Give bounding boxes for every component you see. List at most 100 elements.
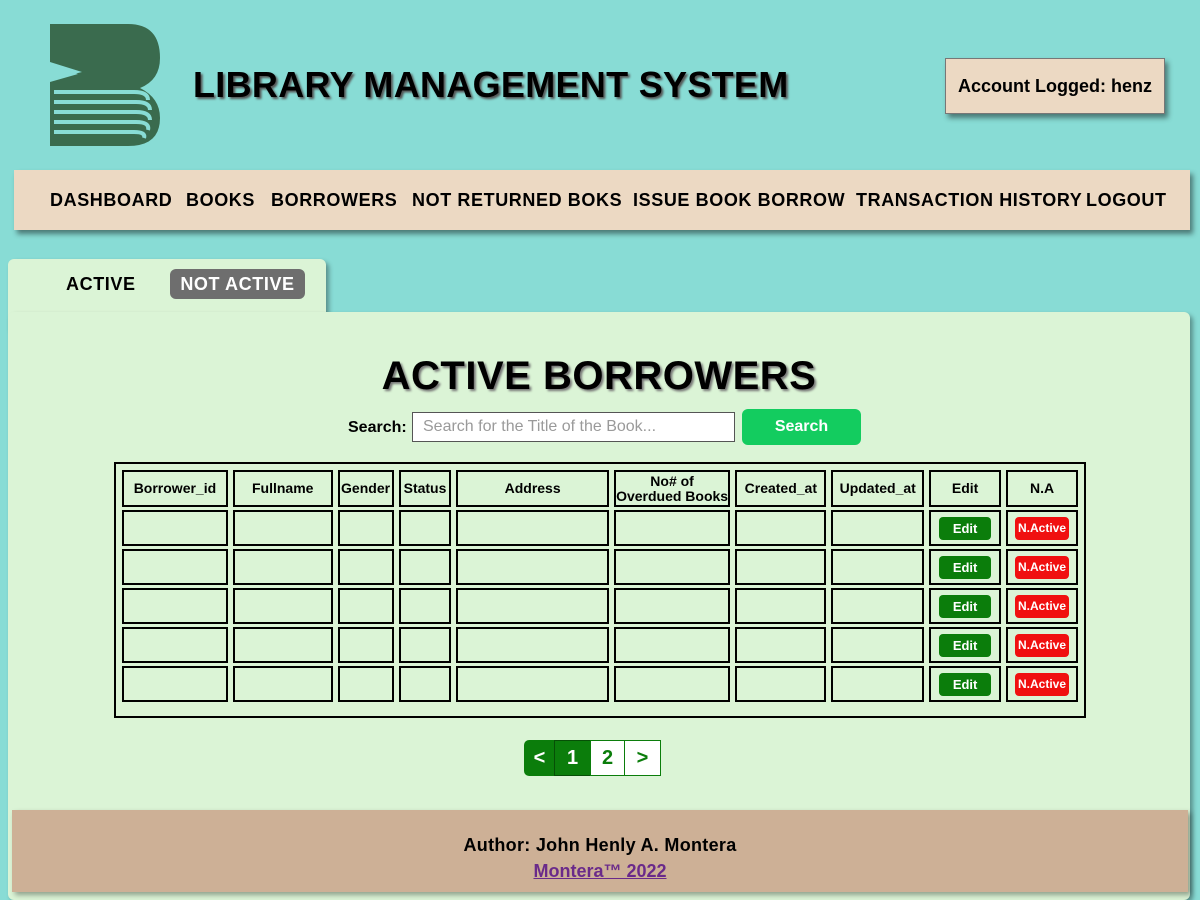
cell	[232, 627, 333, 663]
cell	[456, 510, 609, 546]
search-button[interactable]: Search	[742, 409, 861, 445]
book-b-logo-icon	[50, 24, 160, 146]
table-row: Edit N.Active	[122, 510, 1078, 546]
nav-not-returned-books[interactable]: NOT RETURNED BOKS	[412, 190, 622, 211]
table-header-row: Borrower_id Fullname Gender Status Addre…	[122, 470, 1078, 507]
page-2-button[interactable]: 2	[590, 740, 625, 776]
edit-cell: Edit	[929, 666, 1002, 702]
table-row: Edit N.Active	[122, 666, 1078, 702]
cell	[613, 510, 731, 546]
col-status: Status	[398, 470, 452, 507]
cell	[831, 510, 925, 546]
footer-author: Author: John Henly A. Montera	[463, 835, 737, 855]
not-active-button[interactable]: N.Active	[1015, 555, 1070, 579]
nav-borrowers[interactable]: BORROWERS	[271, 190, 397, 211]
cell	[613, 588, 731, 624]
table-row: Edit N.Active	[122, 549, 1078, 585]
col-overdued-books: No# of Overdued Books	[613, 470, 731, 507]
page-title: ACTIVE BORROWERS	[381, 354, 817, 398]
tab-active[interactable]: ACTIVE	[66, 274, 136, 295]
edit-cell: Edit	[929, 549, 1002, 585]
col-na: N.A	[1006, 470, 1078, 507]
cell	[398, 666, 452, 702]
nav-transaction-history[interactable]: TRANSACTION HISTORY	[856, 190, 1082, 211]
edit-button[interactable]: Edit	[939, 594, 992, 618]
na-cell: N.Active	[1006, 588, 1078, 624]
table-row: Edit N.Active	[122, 627, 1078, 663]
cell	[831, 666, 925, 702]
edit-button[interactable]: Edit	[939, 516, 992, 540]
cell	[337, 549, 394, 585]
cell	[735, 666, 827, 702]
cell	[337, 666, 394, 702]
cell	[232, 510, 333, 546]
page-1-button[interactable]: 1	[554, 740, 591, 776]
not-active-button[interactable]: N.Active	[1015, 672, 1070, 696]
cell	[398, 549, 452, 585]
cell	[613, 627, 731, 663]
footer: Author: John Henly A. Montera Montera™ 2…	[12, 810, 1188, 892]
nav-books[interactable]: BOOKS	[186, 190, 255, 211]
cell	[735, 510, 827, 546]
col-borrower-id: Borrower_id	[122, 470, 228, 507]
cell	[122, 588, 228, 624]
cell	[122, 666, 228, 702]
edit-cell: Edit	[929, 627, 1002, 663]
nav-logout[interactable]: LOGOUT	[1086, 190, 1167, 211]
tab-not-active[interactable]: NOT ACTIVE	[170, 269, 305, 299]
search-label: Search:	[348, 419, 407, 436]
not-active-button[interactable]: N.Active	[1015, 516, 1070, 540]
cell	[735, 627, 827, 663]
table-row: Edit N.Active	[122, 588, 1078, 624]
cell	[456, 666, 609, 702]
cell	[232, 549, 333, 585]
not-active-button[interactable]: N.Active	[1015, 633, 1070, 657]
na-cell: N.Active	[1006, 627, 1078, 663]
edit-button[interactable]: Edit	[939, 633, 992, 657]
cell	[613, 549, 731, 585]
cell	[831, 627, 925, 663]
na-cell: N.Active	[1006, 666, 1078, 702]
main-nav: DASHBOARD BOOKS BORROWERS NOT RETURNED B…	[14, 170, 1190, 230]
account-badge: Account Logged: henz	[945, 58, 1165, 114]
edit-button[interactable]: Edit	[939, 555, 992, 579]
footer-copyright-link[interactable]: Montera™ 2022	[533, 861, 666, 882]
page-prev-button[interactable]: <	[524, 740, 555, 776]
cell	[122, 510, 228, 546]
edit-cell: Edit	[929, 510, 1002, 546]
col-address: Address	[456, 470, 609, 507]
cell	[398, 510, 452, 546]
borrowers-table: Borrower_id Fullname Gender Status Addre…	[114, 462, 1086, 718]
cell	[831, 588, 925, 624]
cell	[456, 627, 609, 663]
page-next-button[interactable]: >	[624, 740, 661, 776]
cell	[122, 627, 228, 663]
col-created-at: Created_at	[735, 470, 827, 507]
nav-dashboard[interactable]: DASHBOARD	[50, 190, 172, 211]
cell	[232, 666, 333, 702]
cell	[232, 588, 333, 624]
cell	[337, 510, 394, 546]
cell	[122, 549, 228, 585]
cell	[456, 549, 609, 585]
na-cell: N.Active	[1006, 510, 1078, 546]
site-title: LIBRARY MANAGEMENT SYSTEM	[193, 64, 789, 105]
edit-button[interactable]: Edit	[939, 672, 992, 696]
cell	[831, 549, 925, 585]
col-updated-at: Updated_at	[831, 470, 925, 507]
cell	[337, 627, 394, 663]
cell	[398, 588, 452, 624]
col-gender: Gender	[337, 470, 394, 507]
col-fullname: Fullname	[232, 470, 333, 507]
search-input[interactable]	[412, 412, 735, 442]
pagination: < 1 2 >	[524, 740, 661, 776]
col-edit: Edit	[929, 470, 1002, 507]
cell	[613, 666, 731, 702]
edit-cell: Edit	[929, 588, 1002, 624]
nav-issue-book-borrow[interactable]: ISSUE BOOK BORROW	[633, 190, 845, 211]
cell	[337, 588, 394, 624]
cell	[735, 549, 827, 585]
not-active-button[interactable]: N.Active	[1015, 594, 1070, 618]
na-cell: N.Active	[1006, 549, 1078, 585]
cell	[398, 627, 452, 663]
